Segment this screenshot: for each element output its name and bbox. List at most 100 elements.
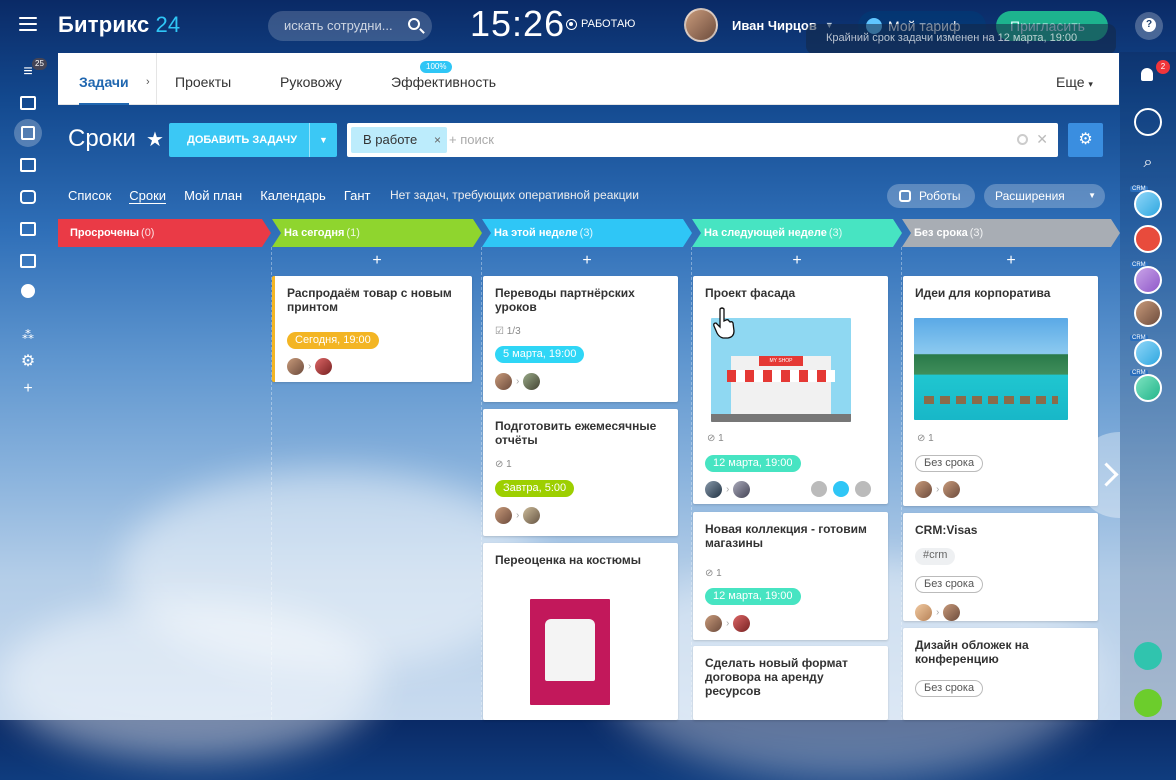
task-card[interactable]: Распродаём товар с новым принтом Сегодня…: [272, 276, 472, 382]
employee-search-input[interactable]: искать сотрудни...: [268, 11, 432, 41]
column-header[interactable]: Просрочены (0): [58, 219, 271, 247]
task-card[interactable]: CRM:Visas #crm Без срока ›: [903, 513, 1098, 621]
drive-icon[interactable]: [20, 190, 36, 204]
menu-icon[interactable]: [19, 17, 37, 31]
avatar[interactable]: [315, 358, 333, 375]
tab-projects[interactable]: Проекты: [175, 53, 231, 105]
add-task-plus[interactable]: +: [272, 253, 482, 269]
column-header[interactable]: Без срока (3): [902, 219, 1120, 247]
feed-icon[interactable]: [20, 96, 36, 110]
avatar[interactable]: [915, 481, 932, 498]
avatar[interactable]: [943, 481, 961, 498]
phone-icon[interactable]: [1134, 689, 1162, 717]
chevron-down-icon[interactable]: ▼: [309, 123, 337, 157]
tab-tasks[interactable]: Задачи: [79, 53, 129, 105]
view-list[interactable]: Список: [68, 188, 111, 204]
logo[interactable]: Битрикс 24: [58, 12, 180, 38]
attachments-count: ⊘ 1: [707, 433, 724, 444]
phone-icon[interactable]: [1134, 225, 1162, 253]
no-deadline-tag[interactable]: Без срока: [915, 680, 984, 697]
structure-icon[interactable]: ⁂: [20, 327, 36, 343]
avatar[interactable]: [943, 604, 961, 621]
avatar[interactable]: [705, 615, 722, 632]
avatar[interactable]: [1134, 374, 1162, 402]
add-task-plus[interactable]: +: [482, 253, 692, 269]
view-deadlines[interactable]: Сроки: [129, 188, 167, 204]
avatar[interactable]: [1134, 190, 1162, 218]
work-status[interactable]: РАБОТАЮ: [566, 18, 635, 30]
hand-cursor-icon: [713, 307, 735, 339]
chevron-down-circle-icon[interactable]: [21, 284, 35, 298]
search-icon[interactable]: [1017, 134, 1028, 145]
avatar[interactable]: [1134, 266, 1162, 294]
call-transfer-icon[interactable]: [1134, 642, 1162, 670]
deadline-badge[interactable]: Завтра, 5:00: [495, 480, 575, 497]
close-icon[interactable]: ✕: [1036, 131, 1048, 148]
task-card[interactable]: Новая коллекция - готовим магазины ⊘ 1 1…: [693, 512, 888, 640]
search-icon[interactable]: [408, 18, 420, 30]
stop-icon[interactable]: [855, 481, 871, 497]
help-button[interactable]: ?: [1135, 12, 1163, 40]
task-card[interactable]: Дизайн обложек на конференцию Без срока: [903, 628, 1098, 720]
column-header[interactable]: На сегодня (1): [272, 219, 482, 247]
deadline-badge[interactable]: Сегодня, 19:00: [287, 332, 379, 349]
chevron-right-icon[interactable]: ›: [146, 53, 157, 105]
no-deadline-tag[interactable]: Без срока: [915, 576, 984, 593]
deadline-badge[interactable]: 5 марта, 19:00: [495, 346, 585, 363]
task-card[interactable]: Идеи для корпоратива ⊘ 1 Без срока ›: [903, 276, 1098, 506]
task-image[interactable]: [530, 599, 610, 705]
robots-button[interactable]: РасширенияРоботы: [887, 184, 975, 208]
tab-more[interactable]: Еще ▾: [1056, 53, 1093, 105]
deadline-badge[interactable]: 12 марта, 19:00: [705, 455, 801, 472]
avatar[interactable]: [287, 358, 304, 375]
page-title: Сроки ★: [68, 125, 164, 152]
view-gantt[interactable]: Гант: [344, 188, 371, 204]
tab-manage[interactable]: Руковожу: [280, 53, 342, 105]
status-icon: [566, 18, 577, 30]
star-icon[interactable]: ★: [146, 127, 164, 152]
column-header[interactable]: На этой неделе (3): [482, 219, 692, 247]
hashtag[interactable]: #crm: [915, 548, 956, 565]
deadline-badge[interactable]: 12 марта, 19:00: [705, 588, 801, 605]
extensions-button[interactable]: Расширения ▼: [984, 184, 1105, 208]
avatar[interactable]: [495, 507, 512, 524]
watch-icon[interactable]: [811, 481, 827, 497]
avatar[interactable]: [733, 615, 751, 632]
filter-search-input[interactable]: В работе × + поиск ✕: [347, 123, 1058, 157]
task-card[interactable]: Переоценка на костюмы: [483, 543, 678, 720]
search-icon[interactable]: ⌕: [1134, 149, 1162, 177]
avatar[interactable]: [523, 507, 541, 524]
column-header[interactable]: На следующей неделе (3): [692, 219, 902, 247]
plus-icon[interactable]: +: [20, 381, 36, 397]
paperclip-icon: ⊘: [707, 433, 719, 444]
column-divider: [481, 247, 482, 720]
add-task-plus[interactable]: +: [902, 253, 1120, 269]
avatar[interactable]: [1134, 299, 1162, 327]
avatar[interactable]: [733, 481, 751, 498]
no-deadline-tag[interactable]: Без срока: [915, 455, 984, 472]
settings-icon[interactable]: ⚙: [20, 354, 36, 370]
filter-chip[interactable]: В работе ×: [351, 127, 447, 153]
avatar[interactable]: [1134, 339, 1162, 367]
play-icon[interactable]: [833, 481, 849, 497]
window-icon[interactable]: [20, 254, 36, 268]
task-card[interactable]: Сделать новый формат договора на аренду …: [693, 646, 888, 720]
add-task-plus[interactable]: +: [692, 253, 902, 269]
add-task-button[interactable]: ДОБАВИТЬ ЗАДАЧУ ▼: [169, 123, 337, 157]
view-my-plan[interactable]: Мой план: [184, 188, 242, 204]
close-icon[interactable]: ×: [434, 127, 441, 153]
avatar[interactable]: [523, 373, 541, 390]
task-members: ›: [915, 604, 1086, 621]
contacts-icon[interactable]: [20, 222, 36, 236]
avatar[interactable]: [915, 604, 932, 621]
avatar[interactable]: [495, 373, 512, 390]
task-card[interactable]: Подготовить ежемесячные отчёты ⊘ 1 Завтр…: [483, 409, 678, 536]
task-image[interactable]: [914, 318, 1068, 420]
view-calendar[interactable]: Календарь: [260, 188, 326, 204]
avatar[interactable]: [705, 481, 722, 498]
tasks-icon[interactable]: [14, 119, 42, 147]
settings-button[interactable]: ⚙: [1068, 123, 1103, 157]
calendar-icon[interactable]: [20, 158, 36, 172]
task-card[interactable]: Переводы партнёрских уроков ☑ 1/3 5 март…: [483, 276, 678, 402]
chat-icon[interactable]: [1134, 108, 1162, 136]
